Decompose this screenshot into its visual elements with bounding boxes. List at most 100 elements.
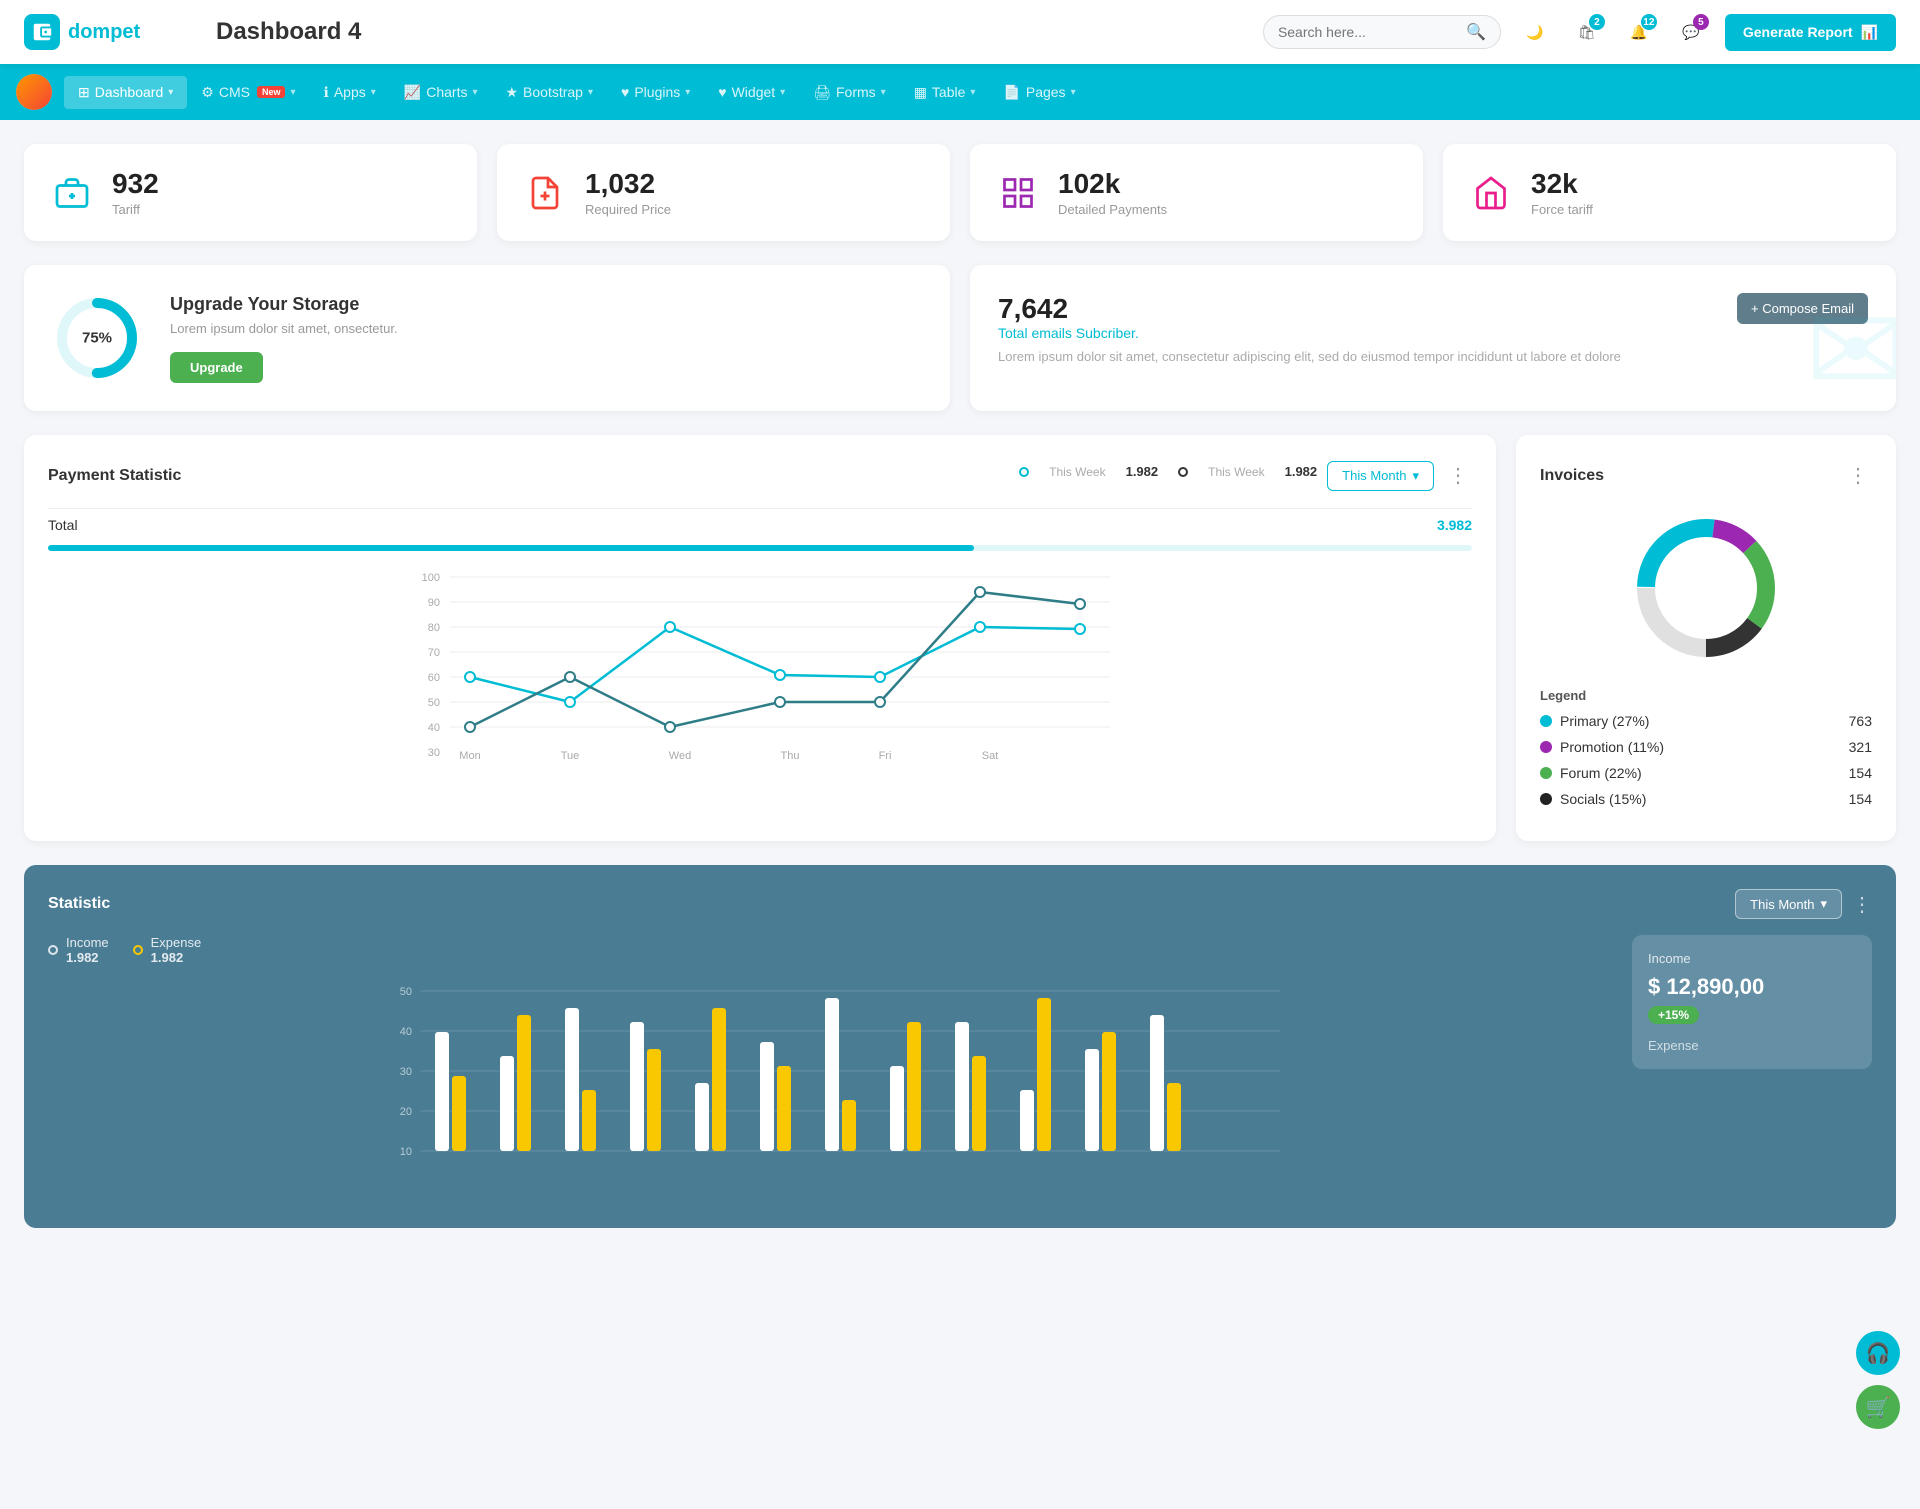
forms-icon: 🖨 bbox=[813, 84, 831, 101]
price-value: 1,032 bbox=[585, 168, 671, 200]
statistic-month-button[interactable]: This Month ▾ bbox=[1735, 889, 1842, 919]
plugins-icon: ♥ bbox=[621, 84, 629, 100]
widget-icon: ♥ bbox=[718, 84, 726, 100]
nav-label-forms: Forms bbox=[836, 84, 876, 100]
price-label: Required Price bbox=[585, 202, 671, 217]
legend-section-title: Legend bbox=[1540, 688, 1872, 703]
nav-label-apps: Apps bbox=[334, 84, 366, 100]
nav-bar: ⊞ Dashboard ▾ ⚙ CMS New ▾ ℹ Apps ▾ 📈 Cha… bbox=[0, 64, 1920, 120]
cms-icon: ⚙ bbox=[201, 84, 214, 101]
legend-dot-dark bbox=[1178, 467, 1188, 477]
legend-item-socials-left: Socials (15%) bbox=[1540, 791, 1646, 807]
chevron-down-icon-forms: ▾ bbox=[881, 87, 886, 98]
stat-card-price-info: 1,032 Required Price bbox=[585, 168, 671, 217]
income-panel-title: Income bbox=[1648, 951, 1856, 966]
stat-legend-expense: Expense 1.982 bbox=[133, 935, 202, 965]
svg-text:40: 40 bbox=[428, 722, 440, 734]
svg-text:70: 70 bbox=[428, 647, 440, 659]
svg-text:100: 100 bbox=[422, 572, 440, 584]
nav-item-charts[interactable]: 📈 Charts ▾ bbox=[390, 76, 492, 109]
storage-title: Upgrade Your Storage bbox=[170, 294, 398, 315]
svg-text:80: 80 bbox=[428, 622, 440, 634]
svg-text:40: 40 bbox=[400, 1026, 412, 1038]
upgrade-button[interactable]: Upgrade bbox=[170, 352, 263, 383]
statistic-title: Statistic bbox=[48, 895, 110, 913]
detailed-payments-icon bbox=[994, 169, 1042, 217]
email-description: Lorem ipsum dolor sit amet, consectetur … bbox=[998, 349, 1621, 364]
cart-button[interactable]: 🛒 bbox=[1856, 1385, 1900, 1429]
storage-info: Upgrade Your Storage Lorem ipsum dolor s… bbox=[170, 294, 398, 383]
support-button[interactable]: 🎧 bbox=[1856, 1331, 1900, 1375]
chevron-down-icon-widget: ▾ bbox=[780, 87, 785, 98]
nav-item-pages[interactable]: 📄 Pages ▾ bbox=[989, 76, 1089, 109]
statistic-more-btn[interactable]: ⋮ bbox=[1852, 892, 1872, 917]
shop-badge: 2 bbox=[1589, 14, 1605, 30]
nav-item-widget[interactable]: ♥ Widget ▾ bbox=[704, 76, 799, 108]
generate-report-button[interactable]: Generate Report 📊 bbox=[1725, 14, 1896, 51]
nav-item-table[interactable]: ▦ Table ▾ bbox=[900, 76, 990, 109]
tariff-value: 932 bbox=[112, 168, 159, 200]
chat-btn[interactable]: 💬 5 bbox=[1673, 14, 1709, 50]
new-badge: New bbox=[257, 86, 286, 98]
nav-avatar bbox=[16, 74, 52, 110]
nav-item-bootstrap[interactable]: ★ Bootstrap ▾ bbox=[491, 76, 607, 109]
chevron-down-icon-charts: ▾ bbox=[472, 87, 477, 98]
required-price-icon bbox=[521, 169, 569, 217]
svg-text:Mon: Mon bbox=[459, 750, 480, 762]
notification-btn[interactable]: 🔔 12 bbox=[1621, 14, 1657, 50]
svg-text:90: 90 bbox=[428, 597, 440, 609]
income-panel: Income $ 12,890,00 +15% Expense bbox=[1632, 935, 1872, 1069]
nav-label-widget: Widget bbox=[732, 84, 776, 100]
legend-val-2: 1.982 bbox=[1285, 464, 1318, 479]
total-value: 3.982 bbox=[1437, 517, 1472, 533]
moon-icon: 🌙 bbox=[1526, 24, 1543, 41]
email-label: Total emails Subcriber. bbox=[998, 325, 1621, 341]
legend-label-forum: Forum (22%) bbox=[1560, 765, 1642, 781]
nav-item-forms[interactable]: 🖨 Forms ▾ bbox=[799, 76, 899, 109]
legend-text-1: This Week bbox=[1049, 465, 1105, 479]
chat-badge: 5 bbox=[1693, 14, 1709, 30]
nav-label-plugins: Plugins bbox=[634, 84, 680, 100]
svg-text:50: 50 bbox=[400, 986, 412, 998]
invoices-title: Invoices bbox=[1540, 467, 1604, 485]
email-info: 7,642 Total emails Subcriber. Lorem ipsu… bbox=[998, 293, 1621, 364]
main-content: 932 Tariff 1,032 Required Price 102k Det… bbox=[0, 120, 1920, 1252]
svg-text:50: 50 bbox=[428, 697, 440, 709]
stat-card-tariff-info: 932 Tariff bbox=[112, 168, 159, 217]
mid-row: 75% Upgrade Your Storage Lorem ipsum dol… bbox=[24, 265, 1896, 411]
storage-card: 75% Upgrade Your Storage Lorem ipsum dol… bbox=[24, 265, 950, 411]
nav-item-dashboard[interactable]: ⊞ Dashboard ▾ bbox=[64, 76, 187, 109]
bar-chart-svg: 50 40 30 20 10 bbox=[48, 981, 1612, 1201]
svg-text:Sat: Sat bbox=[982, 750, 999, 762]
legend-item-socials: Socials (15%) 154 bbox=[1540, 791, 1872, 807]
stat-legend: Income 1.982 Expense 1.982 bbox=[48, 935, 1612, 965]
shop-btn[interactable]: 🛍 2 bbox=[1569, 14, 1605, 50]
this-month-button[interactable]: This Month ▾ bbox=[1327, 461, 1434, 491]
nav-item-plugins[interactable]: ♥ Plugins ▾ bbox=[607, 76, 704, 108]
expense-legend-label: Expense bbox=[151, 935, 202, 950]
search-input[interactable] bbox=[1278, 24, 1458, 40]
nav-item-apps[interactable]: ℹ Apps ▾ bbox=[310, 76, 390, 109]
payment-chart-header: Payment Statistic This Week 1.982 This W… bbox=[48, 459, 1472, 492]
income-panel-amount: $ 12,890,00 bbox=[1648, 974, 1856, 1000]
more-options-button[interactable]: ⋮ bbox=[1444, 459, 1472, 492]
invoices-more-btn[interactable]: ⋮ bbox=[1844, 459, 1872, 492]
legend-color-promotion bbox=[1540, 741, 1552, 753]
income-legend-dot bbox=[48, 945, 58, 955]
chevron-down-icon-month: ▾ bbox=[1412, 468, 1419, 484]
legend-value-promotion: 321 bbox=[1849, 739, 1872, 755]
page-title: Dashboard 4 bbox=[216, 18, 1263, 46]
total-row: Total 3.982 bbox=[48, 508, 1472, 541]
stat-card-force-tariff: 32k Force tariff bbox=[1443, 144, 1896, 241]
logo: dompet bbox=[24, 14, 184, 50]
nav-item-cms[interactable]: ⚙ CMS New ▾ bbox=[187, 76, 309, 109]
email-bg-icon: ✉ bbox=[1805, 282, 1896, 411]
legend-color-primary bbox=[1540, 715, 1552, 727]
force-tariff-icon bbox=[1467, 169, 1515, 217]
theme-toggle-btn[interactable]: 🌙 bbox=[1517, 14, 1553, 50]
stat-card-force-info: 32k Force tariff bbox=[1531, 168, 1593, 217]
legend-item-promotion: Promotion (11%) 321 bbox=[1540, 739, 1872, 755]
floating-buttons: 🎧 🛒 bbox=[1856, 1331, 1900, 1429]
chevron-down-icon-table: ▾ bbox=[970, 87, 975, 98]
line-chart-wrap: 100 90 80 70 60 50 40 30 bbox=[48, 567, 1472, 770]
